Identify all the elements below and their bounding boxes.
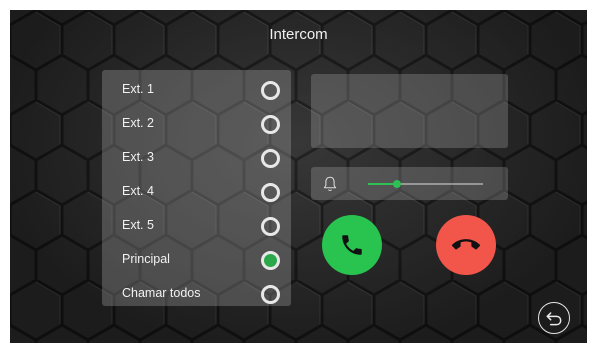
page-title: Intercom (269, 26, 328, 43)
extension-label: Ext. 3 (122, 150, 154, 164)
extension-label: Chamar todos (122, 286, 201, 300)
extension-radio[interactable] (261, 217, 280, 236)
answer-call-button[interactable] (322, 215, 382, 275)
extension-item-5[interactable]: Ext. 5 (102, 210, 291, 240)
back-arrow-icon (546, 312, 562, 326)
extension-radio[interactable] (261, 115, 280, 134)
back-button[interactable] (538, 302, 570, 334)
extension-radio[interactable] (261, 285, 280, 304)
extension-item-call-all[interactable]: Chamar todos (102, 278, 291, 308)
extension-label: Ext. 4 (122, 184, 154, 198)
extension-radio[interactable] (261, 81, 280, 100)
extension-item-principal[interactable]: Principal (102, 244, 291, 274)
extension-item-1[interactable]: Ext. 1 (102, 74, 291, 104)
extension-item-4[interactable]: Ext. 4 (102, 176, 291, 206)
phone-hangup-icon (452, 239, 480, 250)
extension-label: Ext. 2 (122, 116, 154, 130)
intercom-screen: Intercom Ext. 1 Ext. 2 Ext. 3 Ext. 4 Ext… (10, 10, 587, 343)
extension-item-2[interactable]: Ext. 2 (102, 108, 291, 138)
volume-slider[interactable] (368, 180, 483, 188)
extension-radio-selected[interactable] (261, 251, 280, 270)
status-display (311, 74, 508, 148)
volume-slider-handle[interactable] (392, 180, 401, 188)
extension-label: Ext. 1 (122, 82, 154, 96)
extension-radio[interactable] (261, 183, 280, 202)
bell-icon (323, 176, 337, 191)
extension-label: Principal (122, 252, 170, 266)
hangup-call-button[interactable] (436, 215, 496, 275)
volume-control (311, 167, 508, 200)
extension-list: Ext. 1 Ext. 2 Ext. 3 Ext. 4 Ext. 5 Princ… (102, 70, 291, 306)
extension-item-3[interactable]: Ext. 3 (102, 142, 291, 172)
phone-answer-icon (342, 235, 362, 255)
extension-radio[interactable] (261, 149, 280, 168)
extension-label: Ext. 5 (122, 218, 154, 232)
